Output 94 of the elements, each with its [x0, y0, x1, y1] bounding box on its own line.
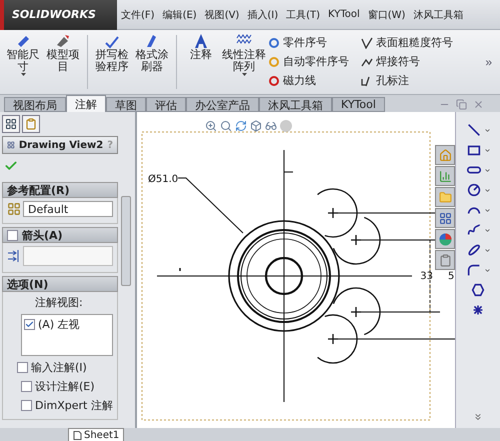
ribbon-tab[interactable]: 评估 — [146, 97, 186, 112]
more-icon[interactable] — [473, 412, 483, 422]
letter-a-icon — [193, 33, 209, 49]
zoom-fit-icon[interactable] — [205, 120, 217, 132]
ribbon-button[interactable]: 拼写检验程序 — [93, 33, 131, 91]
caret-icon[interactable] — [484, 266, 490, 274]
clipboard-icon — [438, 254, 452, 266]
caret-icon[interactable] — [484, 126, 490, 134]
checkbox[interactable] — [24, 319, 35, 330]
ribbon-tab[interactable]: 办公室产品 — [186, 97, 259, 112]
grid-icon — [5, 118, 17, 130]
checkbox-label: DimXpert 注解 — [35, 398, 113, 413]
menu-item[interactable]: KYTool — [324, 9, 364, 20]
menu-item[interactable]: 沐风工具箱 — [409, 8, 468, 22]
library-tab[interactable] — [435, 166, 455, 186]
fillet-icon[interactable] — [466, 262, 482, 278]
panel-title-text: Drawing View2 — [18, 140, 104, 150]
clipboard-tab[interactable] — [435, 250, 455, 270]
menu-item[interactable]: 窗口(W) — [364, 8, 410, 22]
sheet-icon — [73, 430, 82, 440]
line-icon[interactable] — [466, 122, 482, 138]
dimension-value: 5 — [448, 271, 454, 282]
config-dropdown[interactable]: Default — [23, 201, 113, 217]
folder-icon — [438, 190, 452, 204]
grid-icon — [438, 212, 452, 224]
view-list[interactable]: (A) 左视 — [21, 314, 113, 356]
checkbox[interactable] — [21, 381, 32, 392]
property-tab[interactable] — [22, 115, 40, 133]
zoom-area-icon[interactable] — [220, 120, 232, 132]
close-icon[interactable] — [473, 99, 484, 110]
caret-icon — [20, 73, 26, 76]
glasses-icon[interactable] — [265, 120, 277, 132]
checkbox[interactable] — [21, 400, 32, 411]
caret-icon[interactable] — [484, 226, 490, 234]
menu-item[interactable]: 视图(V) — [200, 8, 244, 22]
section-header[interactable]: 选项(N) — [2, 276, 118, 292]
section-header[interactable]: 箭头(A) — [2, 227, 118, 243]
polygon-icon[interactable] — [470, 282, 486, 298]
diameter-label: Ø51.0 — [148, 174, 178, 185]
ribbon-tab[interactable]: 沐风工具箱 — [259, 97, 332, 112]
ribbon-button[interactable]: 孔标注 — [361, 73, 453, 88]
home-icon — [438, 148, 452, 162]
ribbon-tab[interactable]: 草图 — [106, 97, 146, 112]
sheet-tab[interactable]: Sheet1 — [68, 428, 124, 441]
more-button[interactable]: » — [481, 55, 496, 69]
rotate-icon[interactable] — [235, 120, 247, 132]
ribbon-button[interactable]: 智能尺寸 — [4, 33, 42, 91]
restore-icon[interactable] — [456, 99, 467, 110]
clipboard-icon — [25, 118, 37, 130]
ribbon-button[interactable]: 磁力线 — [268, 73, 349, 88]
scrollbar-thumb[interactable] — [121, 196, 131, 286]
color-wheel-icon — [438, 232, 452, 246]
ribbon-tab[interactable]: 注解 — [66, 95, 106, 112]
box-icon[interactable] — [250, 120, 262, 132]
caret-icon[interactable] — [484, 186, 490, 194]
ribbon-button[interactable]: 注释 — [182, 33, 220, 91]
caret-icon[interactable] — [484, 146, 490, 154]
ribbon-button[interactable]: 表面粗糙度符号 — [361, 35, 453, 50]
ribbon-tab[interactable]: 视图布局 — [4, 97, 66, 112]
ribbon-tab[interactable]: KYTool — [332, 97, 385, 112]
menu-item[interactable]: 插入(I) — [243, 8, 282, 22]
arrow-list-icon — [7, 249, 21, 263]
appearance-tab[interactable] — [435, 229, 455, 249]
app-logo: SOLIDWORKS — [0, 0, 117, 30]
checkbox[interactable] — [17, 362, 28, 373]
menu-item[interactable]: 编辑(E) — [158, 8, 201, 22]
menu-item[interactable]: 文件(F) — [117, 8, 159, 22]
balloon-icon — [268, 36, 280, 48]
checkbox[interactable] — [7, 230, 18, 240]
bar-chart-icon — [438, 170, 452, 182]
dimension-value: 33 — [420, 271, 433, 282]
checkbox-label: 输入注解(I) — [31, 360, 87, 375]
caret-icon[interactable] — [484, 166, 490, 174]
checkbox-label: (A) 左视 — [38, 317, 80, 332]
ribbon-button[interactable]: 焊接符号 — [361, 54, 453, 69]
section-header[interactable]: 参考配置(R) — [2, 182, 118, 198]
caret-icon[interactable] — [484, 246, 490, 254]
feature-tree-tab[interactable] — [2, 115, 20, 133]
menu-item[interactable]: 工具(T) — [282, 8, 324, 22]
surface-finish-icon — [361, 36, 373, 48]
ribbon-button[interactable]: 自动零件序号 — [268, 54, 349, 69]
palette-tab[interactable] — [435, 208, 455, 228]
field-label: 注解视图: — [34, 295, 84, 310]
ribbon-button[interactable]: 零件序号 — [268, 35, 349, 50]
checkbox-label: 设计注解(E) — [35, 379, 95, 394]
folder-tab[interactable] — [435, 187, 455, 207]
ribbon-button[interactable]: 格式涂刷器 — [133, 33, 171, 91]
ribbon-button[interactable]: 模型项目 — [44, 33, 82, 91]
ribbon-button[interactable]: 线性注释阵列 — [222, 33, 266, 91]
auto-balloon-icon — [268, 56, 280, 68]
arrow-field[interactable] — [23, 246, 113, 266]
ok-check-icon[interactable] — [4, 159, 18, 173]
caret-icon[interactable] — [484, 206, 490, 214]
caret-icon — [242, 73, 246, 76]
